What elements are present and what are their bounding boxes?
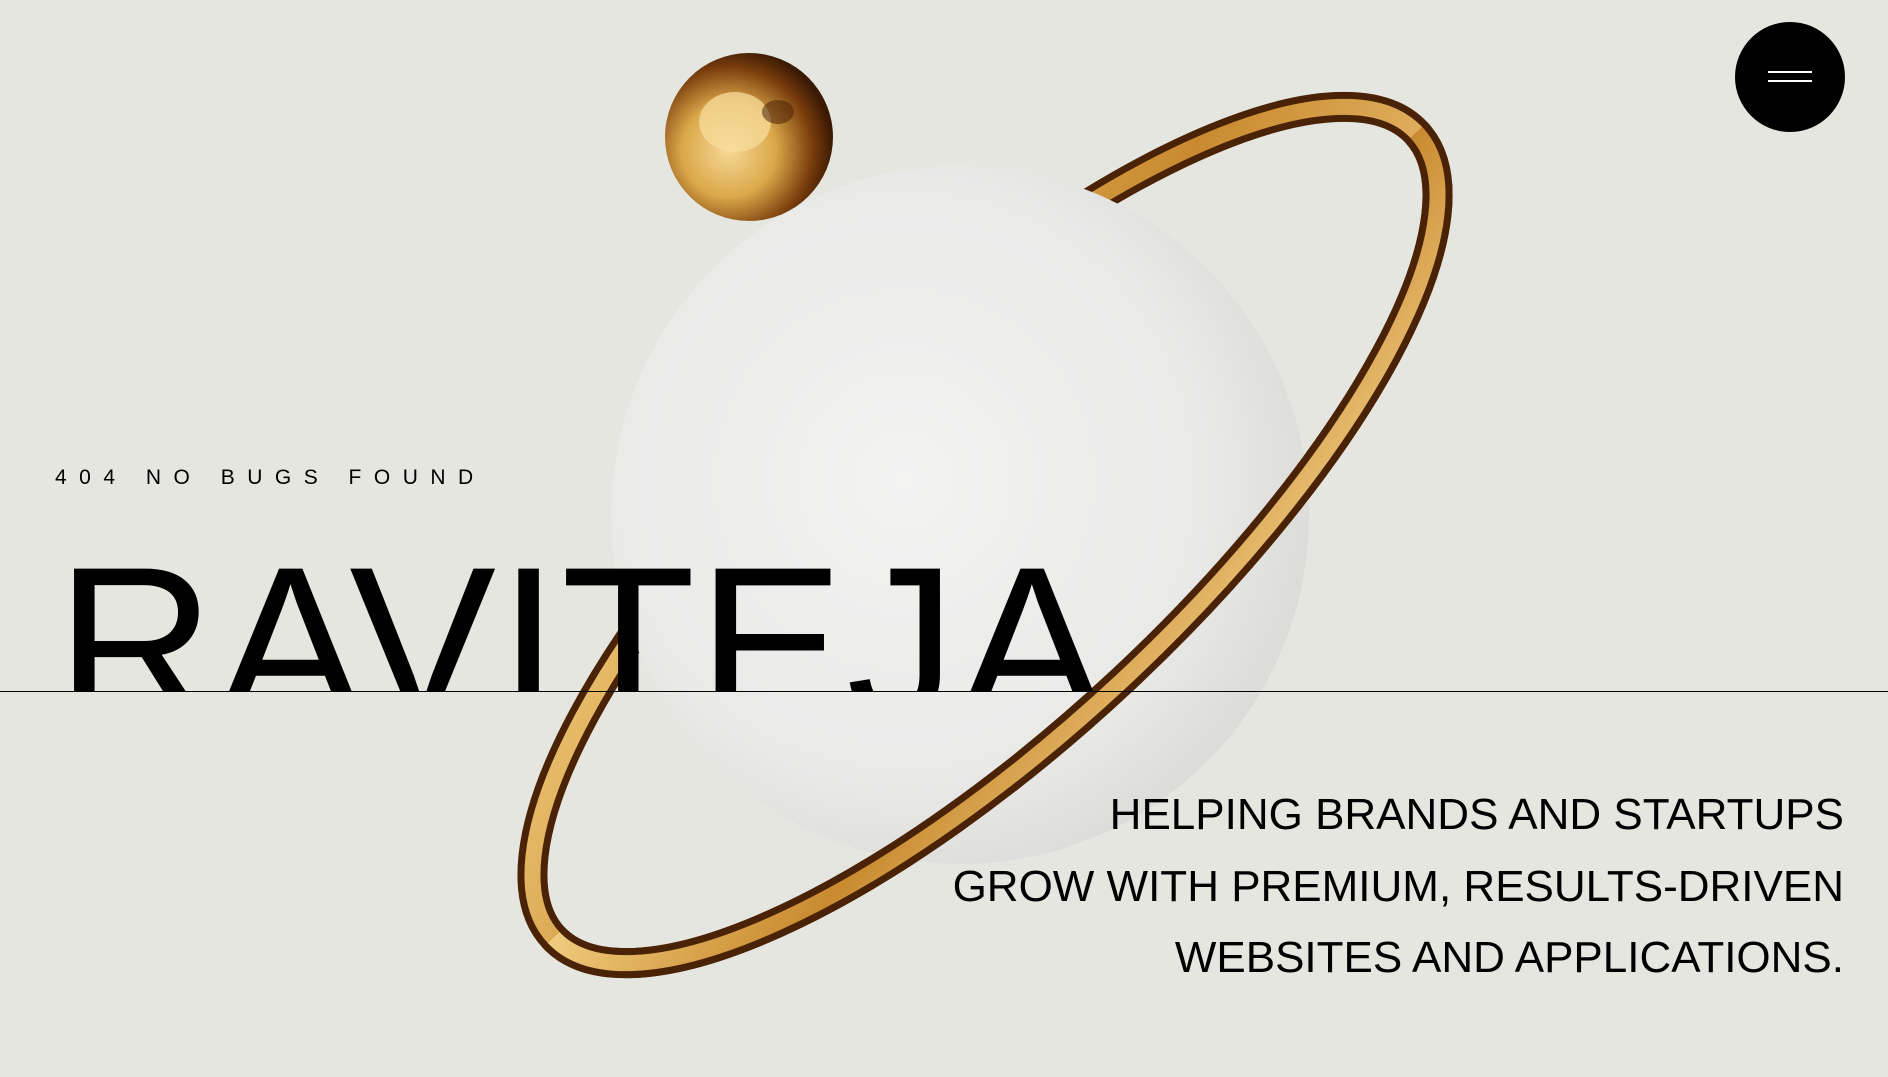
- hero-name: RAVITEJA: [56, 521, 1108, 692]
- menu-button[interactable]: [1735, 22, 1845, 132]
- eyebrow-text: 404 NO BUGS FOUND: [55, 466, 486, 489]
- hero-name-container: RAVITEJA: [0, 500, 1888, 692]
- tagline-line: HELPING BRANDS AND STARTUPS: [1109, 790, 1844, 839]
- hamburger-menu-icon: [1768, 71, 1812, 73]
- tagline-line: GROW WITH PREMIUM, RESULTS-DRIVEN: [952, 861, 1844, 911]
- hamburger-menu-icon-line: [1768, 80, 1812, 82]
- hero-tagline: HELPING BRANDS AND STARTUPS GROW WITH PR…: [844, 779, 1844, 994]
- horizontal-divider: [0, 691, 1888, 692]
- tagline-line: WEBSITES AND APPLICATIONS.: [1174, 933, 1844, 982]
- hero-page: 404 NO BUGS FOUND RAVITEJA HELPING BRAND…: [0, 0, 1888, 1077]
